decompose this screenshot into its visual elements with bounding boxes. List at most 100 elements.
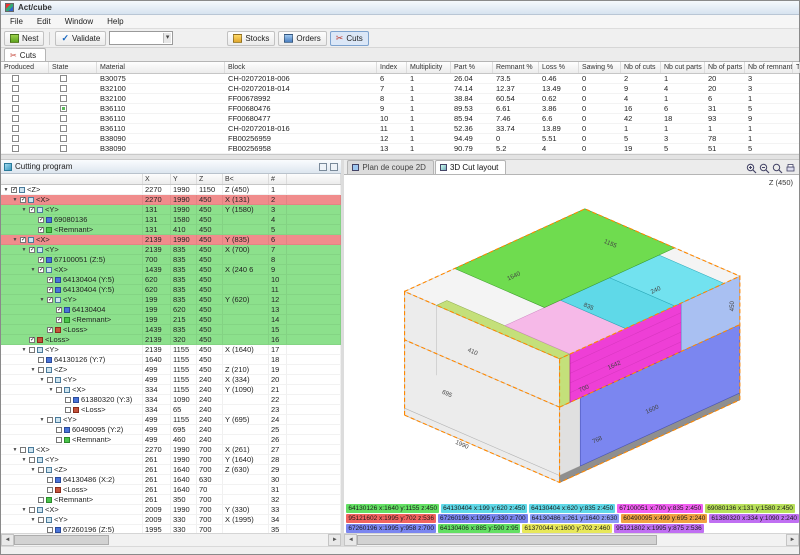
tree-row[interactable]: ▼<X>21391990450Y (835)6 (1, 235, 341, 245)
row-checkbox[interactable] (11, 187, 17, 193)
tree-row[interactable]: ▼<Y>2009330700X (1995)34 (1, 515, 341, 525)
scroll-right-arrow[interactable]: ► (786, 534, 799, 546)
maximize-panel-icon[interactable] (330, 163, 338, 171)
expander-icon[interactable]: ▼ (21, 507, 27, 513)
column-header[interactable]: Loss % (539, 62, 579, 73)
expander-icon[interactable]: ▼ (12, 447, 18, 453)
tree-row[interactable]: 64130404 (Y:5)62083545010 (1, 275, 341, 285)
menu-item-help[interactable]: Help (100, 16, 130, 27)
state-checkbox[interactable] (60, 85, 67, 92)
tree-col-b[interactable]: B< (223, 174, 269, 184)
tree-row[interactable]: 6908013613115804504 (1, 215, 341, 225)
row-checkbox[interactable] (56, 427, 62, 433)
row-checkbox[interactable] (29, 457, 35, 463)
state-checkbox[interactable] (60, 75, 67, 82)
column-header[interactable]: Sawing % (579, 62, 621, 73)
tree-row[interactable]: ▼<Z>2611640700Z (630)29 (1, 465, 341, 475)
view-hscrollbar[interactable]: ◄ ► (344, 533, 799, 546)
table-row[interactable]: B32100CH-02072018-0147174.1412.3713.4909… (1, 84, 799, 94)
orders-button[interactable]: Orders (278, 31, 326, 46)
expander-icon[interactable]: ▼ (39, 297, 45, 303)
cuts-button[interactable]: ✂ Cuts (330, 31, 369, 46)
tree-row[interactable]: ▼<Z>227019901150Z (450)1 (1, 185, 341, 195)
row-checkbox[interactable] (29, 347, 35, 353)
tree-row[interactable]: ▼<Y>4991155240X (334)20 (1, 375, 341, 385)
tree-row[interactable]: <Remnant>26135070032 (1, 495, 341, 505)
tree-row[interactable]: ▼<Y>4991155240Y (695)24 (1, 415, 341, 425)
validate-button[interactable]: ✓ Validate (55, 31, 106, 46)
tab-3d-cut-layout[interactable]: 3D Cut layout (435, 160, 506, 174)
table-row[interactable]: B36110CH-02072018-01611152.3633.7413.890… (1, 124, 799, 134)
expander-icon[interactable]: ▼ (30, 267, 36, 273)
tree-row[interactable]: 64130126 (Y:7)1640115545018 (1, 355, 341, 365)
tree-row[interactable]: 61380320 (Y:3)334109024022 (1, 395, 341, 405)
tree-row[interactable]: ▼<X>22701990450X (131)2 (1, 195, 341, 205)
state-checkbox[interactable] (60, 125, 67, 132)
table-row[interactable]: B30075CH-02072018-0066126.0473.50.460212… (1, 74, 799, 84)
column-header[interactable]: Tim (793, 62, 800, 73)
tree-row[interactable]: ▼<Y>1311990450Y (1580)3 (1, 205, 341, 215)
column-header[interactable]: Multiplicity (407, 62, 451, 73)
tab-cuts[interactable]: ✂ Cuts (4, 48, 46, 61)
expander-icon[interactable]: ▼ (39, 417, 45, 423)
row-checkbox[interactable] (38, 367, 44, 373)
row-checkbox[interactable] (38, 517, 44, 523)
state-checkbox[interactable] (60, 145, 67, 152)
menu-item-window[interactable]: Window (58, 16, 100, 27)
tree-row[interactable]: 60490095 (Y:2)49969524025 (1, 425, 341, 435)
tree-row[interactable]: ▼<X>22701990700X (261)27 (1, 445, 341, 455)
tree-row[interactable]: <Loss>213932045016 (1, 335, 341, 345)
row-checkbox[interactable] (47, 287, 53, 293)
tree-row[interactable]: ▼<Y>2611990700Y (1640)28 (1, 455, 341, 465)
table-row[interactable]: B36110FF006804769189.536.613.860166315 (1, 104, 799, 114)
tree-col-x[interactable]: X (143, 174, 171, 184)
state-checkbox[interactable] (60, 95, 67, 102)
produced-checkbox[interactable] (12, 125, 19, 132)
tree-row[interactable]: <Loss>143983545015 (1, 325, 341, 335)
row-checkbox[interactable] (20, 447, 26, 453)
tree-row[interactable]: <Remnant>19921545014 (1, 315, 341, 325)
table-row[interactable]: B38090FB0025695813190.795.240195515 (1, 144, 799, 154)
menu-item-file[interactable]: File (3, 16, 30, 27)
tree-row[interactable]: 64130404 (Y:5)62083545011 (1, 285, 341, 295)
produced-checkbox[interactable] (12, 85, 19, 92)
row-checkbox[interactable] (47, 477, 53, 483)
state-checkbox[interactable] (60, 115, 67, 122)
tree-row[interactable]: ▼<X>3341155240Y (1090)21 (1, 385, 341, 395)
expander-icon[interactable]: ▼ (39, 377, 45, 383)
tree-row[interactable]: 67100051 (Z:5)7008354508 (1, 255, 341, 265)
cut-3d-canvas[interactable]: Z (450) (344, 175, 799, 503)
scroll-left-arrow[interactable]: ◄ (344, 534, 357, 546)
produced-checkbox[interactable] (12, 75, 19, 82)
column-header[interactable]: State (49, 62, 97, 73)
row-checkbox[interactable] (56, 387, 62, 393)
row-checkbox[interactable] (47, 417, 53, 423)
validate-select[interactable] (109, 31, 173, 45)
row-checkbox[interactable] (65, 407, 71, 413)
tree-row[interactable]: ▼<Y>2139835450X (700)7 (1, 245, 341, 255)
scroll-thumb[interactable] (357, 535, 657, 545)
scroll-thumb[interactable] (14, 535, 109, 545)
expander-icon[interactable]: ▼ (21, 207, 27, 213)
row-checkbox[interactable] (47, 527, 53, 533)
float-panel-icon[interactable] (319, 163, 327, 171)
menu-item-edit[interactable]: Edit (30, 16, 58, 27)
row-checkbox[interactable] (38, 467, 44, 473)
stocks-button[interactable]: Stocks (227, 31, 275, 46)
expander-icon[interactable]: ▼ (21, 457, 27, 463)
expander-icon[interactable]: ▼ (3, 187, 9, 193)
tab-plan-2d[interactable]: Plan de coupe 2D (347, 160, 434, 174)
tree-row[interactable]: <Remnant>1314104505 (1, 225, 341, 235)
row-checkbox[interactable] (47, 487, 53, 493)
row-checkbox[interactable] (38, 267, 44, 273)
tree-row[interactable]: 6413040419962045013 (1, 305, 341, 315)
scroll-right-arrow[interactable]: ► (328, 534, 341, 546)
tree-row[interactable]: ▼<X>20091990700Y (330)33 (1, 505, 341, 515)
column-header[interactable]: Part % (451, 62, 493, 73)
row-checkbox[interactable] (47, 377, 53, 383)
column-header[interactable]: Nb of remnants (745, 62, 793, 73)
column-header[interactable]: Remnant % (493, 62, 539, 73)
zoom-out-icon[interactable] (758, 162, 770, 174)
expander-icon[interactable]: ▼ (30, 467, 36, 473)
tree-row[interactable]: ▼<X>1439835450X (240 69 (1, 265, 341, 275)
